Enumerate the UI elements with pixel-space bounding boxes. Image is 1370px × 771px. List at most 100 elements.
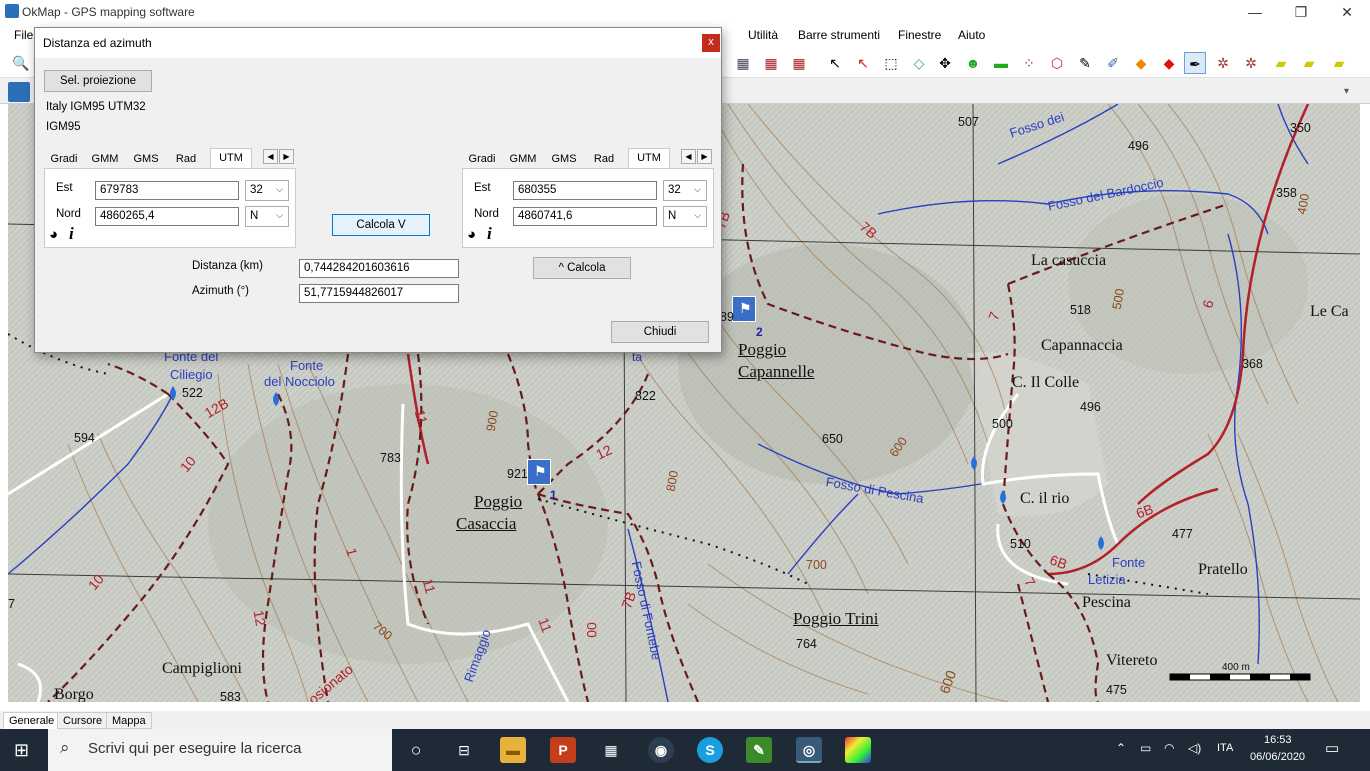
tab-utm[interactable]: UTM — [210, 148, 252, 169]
menu-utility[interactable]: Utilità — [748, 28, 778, 42]
pointer-add-icon[interactable]: ↖ — [852, 52, 874, 74]
powerpoint-icon[interactable]: P — [550, 737, 576, 763]
waypoint-flag-icon[interactable]: ⚑ — [527, 459, 551, 485]
point2-zone-select[interactable]: 32 ⌵ — [663, 180, 707, 201]
maximize-button[interactable]: ❐ — [1278, 0, 1324, 24]
gps-pick-icon[interactable]: ◕ — [467, 226, 476, 243]
tab-rad[interactable]: Rad — [588, 150, 620, 168]
calculate-up-button[interactable]: ^ Calcola — [533, 257, 631, 279]
azimuth-output[interactable]: 51,7715944826017 — [299, 284, 459, 303]
fill-icon[interactable]: ◆ — [1130, 52, 1152, 74]
water-label: del Nocciolo — [264, 374, 335, 389]
menu-file[interactable]: File — [14, 28, 33, 42]
place-label: Casaccia — [456, 514, 517, 533]
skype-icon[interactable]: S — [697, 737, 723, 763]
tab-scroll-right[interactable]: ▶ — [279, 149, 294, 164]
route-delete-icon[interactable]: ▦ — [788, 52, 810, 74]
move-icon[interactable]: ✥ — [934, 52, 956, 74]
waypoint-edit-icon[interactable]: ▦ — [732, 52, 754, 74]
task-view-icon[interactable]: ⊟ — [451, 737, 477, 763]
marker-icon[interactable]: ◆ — [1158, 52, 1180, 74]
file-explorer-icon[interactable]: ▬ — [500, 737, 526, 763]
pointer-icon[interactable]: ↖ — [824, 52, 846, 74]
select-projection-button[interactable]: Sel. proiezione — [44, 70, 152, 92]
polygon-icon[interactable]: ⬡ — [1046, 52, 1068, 74]
chevron-down-icon[interactable]: ▾ — [1344, 86, 1349, 97]
elevation-label: 583 — [220, 690, 241, 702]
point1-east-input[interactable]: 679783 — [95, 181, 239, 200]
menu-toolbars[interactable]: Barre strumenti — [798, 28, 880, 42]
ruler-delete-icon[interactable]: ▰ — [1328, 52, 1350, 74]
chat-icon[interactable]: ▬ — [990, 52, 1012, 74]
battery-icon[interactable]: ▭ — [1140, 741, 1151, 755]
tab-scroll-left[interactable]: ◀ — [681, 149, 696, 164]
calculator-icon[interactable]: ▦ — [598, 737, 624, 763]
tab-utm[interactable]: UTM — [628, 148, 670, 169]
tab-cursore[interactable]: Cursore — [57, 712, 109, 729]
point1-panel: Est 679783 32 ⌵ Nord 4860265,4 N ⌵ ◕ i — [44, 168, 296, 248]
elevation-label: 7 — [8, 597, 15, 611]
place-label: Poggio — [474, 492, 523, 511]
tab-gmm[interactable]: GMM — [504, 150, 542, 168]
tab-gms[interactable]: GMS — [130, 150, 162, 168]
tab-gradi[interactable]: Gradi — [48, 150, 80, 168]
select-rect-icon[interactable]: ⬚ — [880, 52, 902, 74]
cortana-icon[interactable]: ○ — [403, 737, 429, 763]
color-app-icon[interactable] — [845, 737, 871, 763]
point1-north-input[interactable]: 4860265,4 — [95, 207, 239, 226]
place-label: La casuccia — [1031, 252, 1107, 269]
point1-zone-select[interactable]: 32 ⌵ — [245, 180, 289, 201]
dialog-close-button[interactable]: x — [702, 34, 720, 52]
taskbar-search[interactable]: ⌕ Scrivi qui per eseguire la ricerca — [48, 729, 392, 771]
tab-scroll-right[interactable]: ▶ — [697, 149, 712, 164]
info-icon[interactable]: i — [487, 224, 492, 244]
measure-pen-icon[interactable]: ✒ — [1184, 52, 1206, 74]
gps-pick-icon[interactable]: ◕ — [49, 226, 58, 243]
chevron-down-icon: ⌵ — [276, 210, 283, 220]
menu-windows[interactable]: Finestre — [898, 28, 941, 42]
map-document-icon[interactable] — [8, 82, 30, 102]
steam-icon[interactable]: ◉ — [648, 737, 674, 763]
notification-icon[interactable]: ▭ — [1325, 739, 1339, 757]
ruler-icon[interactable]: ▰ — [1270, 52, 1292, 74]
calculate-down-button[interactable]: Calcola V — [332, 214, 430, 236]
tab-mappa[interactable]: Mappa — [106, 712, 152, 729]
waypoint-delete-icon[interactable]: ▦ — [760, 52, 782, 74]
okmap-taskbar-icon[interactable]: ◎ — [796, 737, 822, 763]
tab-gms[interactable]: GMS — [548, 150, 580, 168]
route-icon[interactable]: ✲ — [1212, 52, 1234, 74]
volume-icon[interactable]: ◁) — [1188, 741, 1201, 755]
tab-gradi[interactable]: Gradi — [466, 150, 498, 168]
clock-time[interactable]: 16:53 — [1264, 734, 1292, 746]
zoom-icon[interactable]: 🔍 — [10, 52, 32, 74]
waypoint-flag-icon[interactable]: ⚑ — [732, 296, 756, 322]
chevron-up-icon[interactable]: ⌃ — [1116, 741, 1126, 755]
draw-icon[interactable]: ✎ — [1074, 52, 1096, 74]
points-icon[interactable]: ⁘ — [1018, 52, 1040, 74]
close-dialog-button[interactable]: Chiudi — [611, 321, 709, 343]
menu-help[interactable]: Aiuto — [958, 28, 985, 42]
tab-gmm[interactable]: GMM — [86, 150, 124, 168]
point2-hemisphere-select[interactable]: N ⌵ — [663, 206, 707, 227]
clock-date[interactable]: 06/06/2020 — [1250, 751, 1305, 763]
info-icon[interactable]: i — [69, 224, 74, 244]
point2-north-input[interactable]: 4860741,6 — [513, 207, 657, 226]
pen-icon[interactable]: ✐ — [1102, 52, 1124, 74]
point2-east-input[interactable]: 680355 — [513, 181, 657, 200]
gps-icon[interactable]: ☻ — [962, 52, 984, 74]
language-indicator[interactable]: ITA — [1217, 742, 1233, 754]
notepad-icon[interactable]: ✎ — [746, 737, 772, 763]
tab-scroll-left[interactable]: ◀ — [263, 149, 278, 164]
distance-output[interactable]: 0,744284201603616 — [299, 259, 459, 278]
wifi-icon[interactable]: ◠ — [1164, 741, 1174, 755]
point1-hemisphere-select[interactable]: N ⌵ — [245, 206, 289, 227]
eraser-icon[interactable]: ◇ — [908, 52, 930, 74]
track-icon[interactable]: ✲ — [1240, 52, 1262, 74]
elevation-label: 475 — [1106, 683, 1127, 697]
minimize-button[interactable]: — — [1232, 0, 1278, 24]
ruler-add-icon[interactable]: ▰ — [1298, 52, 1320, 74]
tab-rad[interactable]: Rad — [170, 150, 202, 168]
windows-start-icon[interactable]: ⊞ — [14, 740, 29, 761]
close-window-button[interactable]: ✕ — [1324, 0, 1370, 24]
tab-generale[interactable]: Generale — [3, 712, 61, 729]
